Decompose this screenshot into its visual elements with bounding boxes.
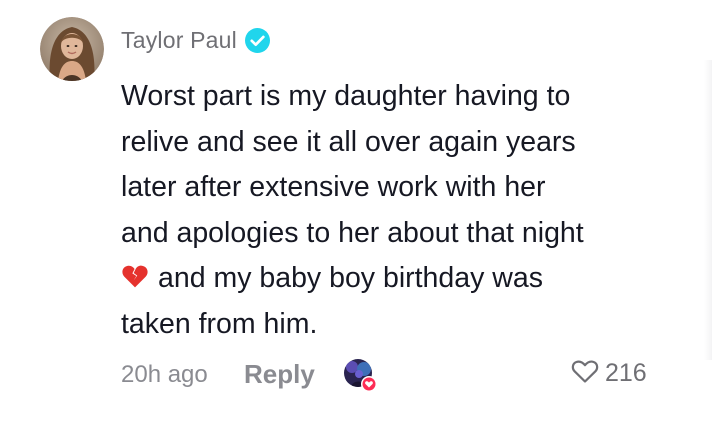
verified-badge-icon [244, 27, 270, 53]
like-count: 216 [605, 359, 647, 387]
broken-heart-icon [121, 259, 149, 288]
edge-shadow [704, 60, 712, 360]
comment-line: and apologies to her about that night [121, 216, 584, 249]
comment-line: taken from him. [121, 307, 318, 340]
reply-button[interactable]: Reply [244, 359, 315, 390]
comment-item: Taylor Paul Worst part is my daughter ha… [0, 0, 712, 430]
timestamp: 20h ago [121, 361, 208, 388]
user-avatar-icon [40, 17, 104, 81]
avatar[interactable] [40, 17, 104, 81]
author-name[interactable]: Taylor Paul [121, 27, 237, 54]
heart-outline-icon [571, 358, 599, 389]
like-button[interactable]: 216 [571, 358, 647, 389]
comment-line: relive and see it all over again years [121, 125, 576, 158]
comment-line-with-emoji: and my baby boy birthday was [121, 256, 681, 302]
comment-line: and my baby boy birthday was [158, 262, 543, 294]
comment-line: later after extensive work with her [121, 171, 546, 203]
comment-text: Worst part is my daughter having to reli… [121, 74, 681, 347]
comment-footer: 20h ago Reply 216 [121, 354, 661, 398]
creator-liked-avatar-icon [342, 357, 378, 393]
comment-header: Taylor Paul [121, 24, 270, 56]
comment-line: Worst part is my daughter having to [121, 80, 571, 112]
